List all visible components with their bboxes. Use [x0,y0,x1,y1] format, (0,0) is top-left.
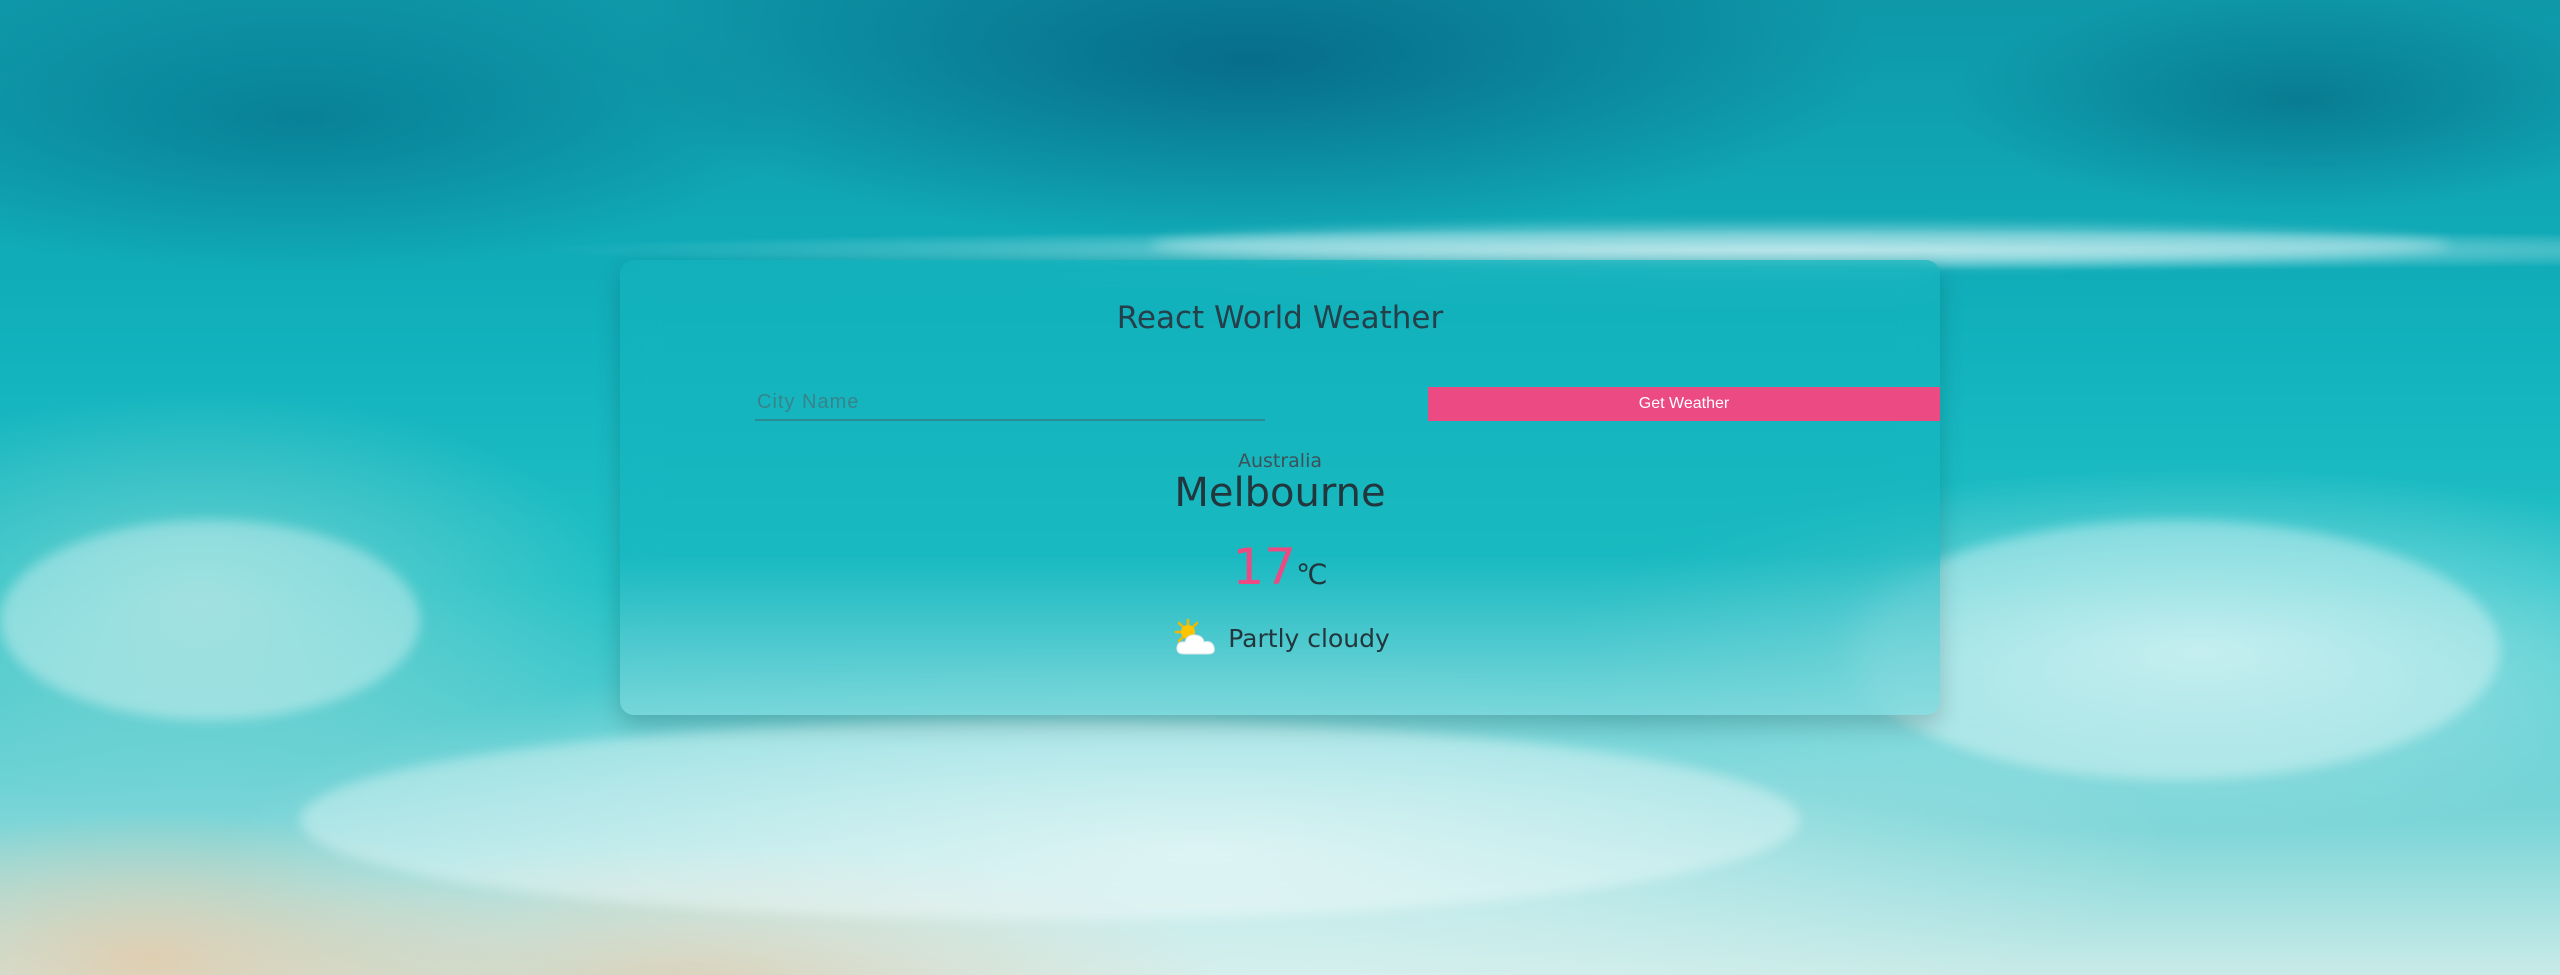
app-title: React World Weather [1116,300,1444,336]
country-label: Australia [1237,450,1323,472]
search-form: Get Weather [755,385,1940,425]
background-wave-foam [0,520,420,720]
weather-card: React World Weather Get Weather Australi… [620,260,1940,715]
background-wave-foam [1850,520,2500,780]
city-name-input[interactable] [755,385,1265,421]
background-wave-foam [1150,225,2450,265]
temperature-display: 17℃ [620,538,1940,598]
temperature-value: 17 [1232,538,1297,596]
city-label: Melbourne [1174,470,1386,516]
get-weather-button[interactable]: Get Weather [1428,387,1940,421]
background-wave-foam [300,720,1800,920]
condition-display: Partly cloudy [620,618,1940,662]
condition-text: Partly cloudy [1228,623,1390,653]
partly-cloudy-icon [1170,618,1222,658]
temperature-unit: ℃ [1296,558,1328,591]
